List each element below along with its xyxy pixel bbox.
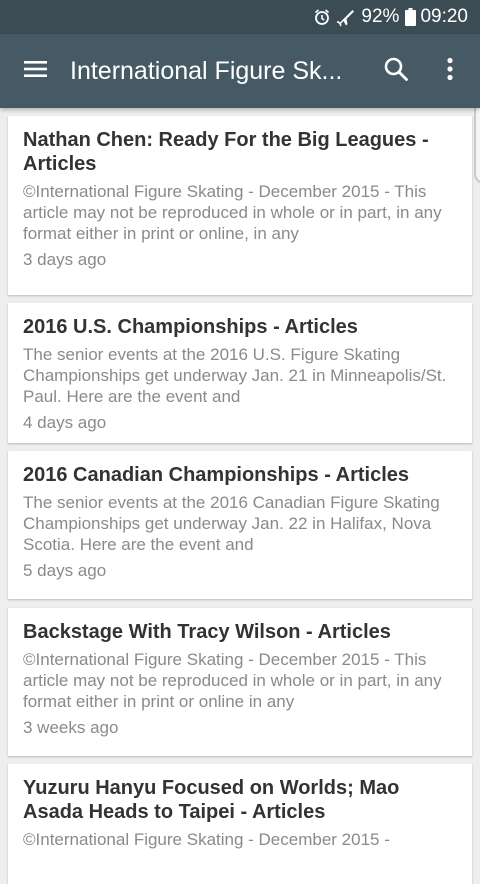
battery-percentage: 92% xyxy=(361,6,400,27)
article-card[interactable]: Backstage With Tracy Wilson - Articles ©… xyxy=(8,608,472,756)
more-vert-icon xyxy=(446,57,454,86)
article-time: 3 weeks ago xyxy=(23,718,119,737)
article-time: 4 days ago xyxy=(23,413,107,432)
article-title: 2016 Canadian Championships - Articles xyxy=(23,464,410,486)
article-card[interactable]: Yuzuru Hanyu Focused on Worlds; Mao Asad… xyxy=(8,764,472,884)
overflow-menu-button[interactable] xyxy=(428,43,472,99)
article-snippet: The senior events at the 2016 Canadian F… xyxy=(23,493,440,554)
article-title: Yuzuru Hanyu Focused on Worlds; Mao Asad… xyxy=(23,777,400,823)
search-icon xyxy=(383,56,409,87)
toolbar-title: International Figure Sk... xyxy=(70,56,343,85)
article-snippet: ©International Figure Skating - December… xyxy=(23,830,390,849)
alarm-icon xyxy=(313,8,331,26)
status-time: 09:20 xyxy=(420,6,468,27)
article-snippet: ©International Figure Skating - December… xyxy=(23,650,442,711)
article-snippet: The senior events at the 2016 U.S. Figur… xyxy=(23,345,447,406)
hamburger-menu-icon xyxy=(23,59,49,84)
article-card[interactable]: Nathan Chen: Ready For the Big Leagues -… xyxy=(8,116,472,295)
article-title: Nathan Chen: Ready For the Big Leagues -… xyxy=(23,129,429,175)
article-time: 5 days ago xyxy=(23,561,107,580)
airplane-mode-icon xyxy=(337,7,357,27)
article-time: 3 days ago xyxy=(23,250,107,269)
battery-icon xyxy=(405,8,417,26)
search-button[interactable] xyxy=(372,43,420,99)
status-bar: 92% 09:20 xyxy=(0,0,480,34)
navigation-menu-button[interactable] xyxy=(8,43,64,99)
article-title: 2016 U.S. Championships - Articles xyxy=(23,316,358,338)
article-snippet: ©International Figure Skating - December… xyxy=(23,182,442,243)
article-card[interactable]: 2016 U.S. Championships - Articles The s… xyxy=(8,303,472,443)
article-title: Backstage With Tracy Wilson - Articles xyxy=(23,621,391,643)
app-toolbar: International Figure Sk... xyxy=(0,34,480,108)
article-card[interactable]: 2016 Canadian Championships - Articles T… xyxy=(8,451,472,599)
